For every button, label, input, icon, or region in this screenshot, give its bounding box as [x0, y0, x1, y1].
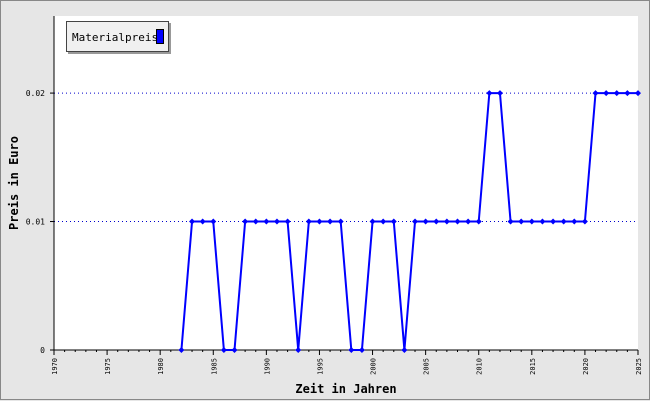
x-tick-label: 1990: [263, 358, 271, 375]
y-tick-label: 0.02: [26, 89, 45, 98]
x-tick-label: 1980: [157, 358, 165, 375]
x-tick-label: 2015: [529, 358, 537, 375]
y-tick-label: 0: [40, 346, 45, 355]
plot-area: [54, 16, 638, 350]
x-tick-label: 2025: [635, 358, 643, 375]
x-axis-label: Zeit in Jahren: [295, 382, 396, 396]
y-axis-label: Preis in Euro: [7, 136, 21, 230]
x-tick-label: 2000: [370, 358, 378, 375]
chart-frame: 0 0.01 0.02 1970 1975 1980 1985 1990 1995 2000 20…: [0, 0, 650, 400]
legend-label: Materialpreis: [72, 31, 159, 44]
y-ticks: 0 0.01 0.02: [26, 89, 54, 355]
x-ticks: 1970 1975 1980 1985 1990 1995 2000 2005 2010 2015…: [51, 350, 643, 375]
line-chart: 0 0.01 0.02 1970 1975 1980 1985 1990 1995 2000 20…: [7, 16, 643, 396]
x-tick-label: 1975: [104, 358, 112, 375]
legend-swatch: [156, 29, 164, 44]
x-tick-label: 2010: [476, 358, 484, 375]
x-tick-label: 2020: [582, 358, 590, 375]
y-tick-label: 0.01: [26, 218, 45, 227]
x-tick-label: 1985: [210, 358, 218, 375]
x-tick-label: 2005: [423, 358, 431, 375]
x-tick-label: 1995: [316, 358, 324, 375]
legend: Materialpreis: [66, 21, 169, 52]
x-tick-label: 1970: [51, 358, 59, 375]
